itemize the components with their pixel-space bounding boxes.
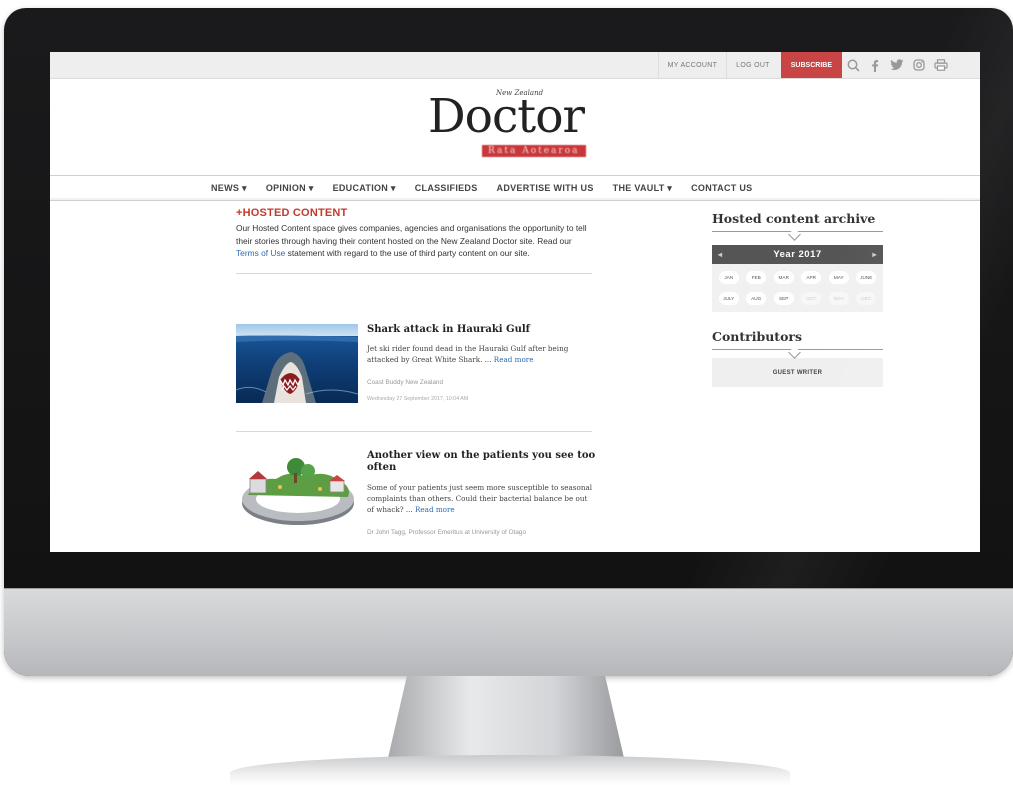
month-button[interactable]: JUNE <box>856 271 877 284</box>
article-summary-text: Some of your patients just seem more sus… <box>367 483 593 514</box>
archive-calendar: ◂ Year 2017 ▸ JAN FEB MAR APR MAY JUNE J… <box>712 245 883 312</box>
month-button[interactable]: MAR <box>773 271 794 284</box>
nav-opinion[interactable]: OPINION ▾ <box>266 183 314 194</box>
prev-year-button[interactable]: ◂ <box>718 250 723 259</box>
instagram-icon[interactable] <box>908 52 930 78</box>
logo-tagline: Rata Aotearoa <box>482 145 586 157</box>
article-thumbnail-shark[interactable] <box>236 324 358 403</box>
monitor-stand <box>388 676 624 758</box>
article-thumbnail-gut[interactable] <box>236 455 358 534</box>
month-button[interactable]: JAN <box>718 271 739 284</box>
article-title[interactable]: Shark attack in Hauraki Gulf <box>367 324 596 336</box>
month-grid: JAN FEB MAR APR MAY JUNE JULY AUG SEP OC… <box>712 264 883 312</box>
article-item[interactable]: Another view on the patients you see too… <box>236 450 596 540</box>
nav-the-vault[interactable]: THE VAULT ▾ <box>613 183 672 194</box>
my-account-link[interactable]: MY ACCOUNT <box>657 52 727 78</box>
month-button[interactable]: AUG <box>746 292 767 305</box>
intro-text: Our Hosted Content space gives companies… <box>236 223 587 246</box>
article-date: Wednesday 27 September 2017, 10:04 AM <box>367 396 469 402</box>
nav-news[interactable]: NEWS ▾ <box>211 183 247 194</box>
twitter-icon[interactable] <box>886 52 908 78</box>
main-navigation: NEWS ▾ OPINION ▾ EDUCATION ▾ CLASSIFIEDS… <box>50 175 980 201</box>
nav-advertise[interactable]: ADVERTISE WITH US <box>497 183 594 193</box>
read-more-link[interactable]: Read more <box>494 355 534 364</box>
section-intro: Our Hosted Content space gives companies… <box>236 222 590 260</box>
nav-classifieds[interactable]: CLASSIFIEDS <box>415 183 478 193</box>
year-label: Year 2017 <box>773 249 822 260</box>
facebook-icon[interactable] <box>864 52 886 78</box>
subscribe-button[interactable]: SUBSCRIBE <box>780 52 842 78</box>
next-year-button[interactable]: ▸ <box>872 250 877 259</box>
sidebar: Hosted content archive ◂ Year 2017 ▸ JAN… <box>712 211 883 387</box>
intro-text-end: statement with regard to the use of thir… <box>285 248 530 259</box>
month-button[interactable]: APR <box>801 271 822 284</box>
log-out-link[interactable]: LOG OUT <box>726 52 779 78</box>
nav-education[interactable]: EDUCATION ▾ <box>333 183 396 194</box>
desktop-monitor: MY ACCOUNT LOG OUT SUBSCRIBE New Zealand <box>4 8 1013 676</box>
archive-heading: Hosted content archive <box>712 211 876 226</box>
heading-rule <box>712 346 883 359</box>
month-button-disabled: NOV <box>828 292 849 305</box>
read-more-link[interactable]: Read more <box>415 505 455 514</box>
month-button[interactable]: MAY <box>828 271 849 284</box>
divider <box>236 431 592 432</box>
guest-writer-button[interactable]: GUEST WRITER <box>712 358 883 387</box>
nav-contact-us[interactable]: CONTACT US <box>691 183 752 193</box>
terms-of-use-link[interactable]: Terms of Use <box>236 248 285 258</box>
section-title: +HOSTED CONTENT <box>236 207 348 219</box>
month-button[interactable]: SEP <box>773 292 794 305</box>
article-summary-text: Jet ski rider found dead in the Hauraki … <box>367 344 569 364</box>
article-title[interactable]: Another view on the patients you see too… <box>367 450 596 474</box>
article-byline: Coast Buddy New Zealand <box>367 379 444 386</box>
month-button[interactable]: FEB <box>746 271 767 284</box>
article-summary: Jet ski rider found dead in the Hauraki … <box>367 343 596 365</box>
month-button-disabled: OCT <box>801 292 822 305</box>
monitor-chin <box>4 588 1013 676</box>
divider <box>236 272 592 274</box>
browser-viewport: MY ACCOUNT LOG OUT SUBSCRIBE New Zealand <box>50 52 980 552</box>
article-summary: Some of your patients just seem more sus… <box>367 482 596 515</box>
contributors-heading: Contributors <box>712 329 803 344</box>
site-logo[interactable]: New Zealand Doctor Rata Aotearoa <box>428 87 598 173</box>
month-button-disabled: DEC <box>856 292 877 305</box>
utility-bar: MY ACCOUNT LOG OUT SUBSCRIBE <box>50 52 980 79</box>
article-item[interactable]: Shark attack in Hauraki Gulf Jet ski rid… <box>236 324 596 414</box>
monitor-stand-base <box>230 755 790 785</box>
year-selector: ◂ Year 2017 ▸ <box>712 245 883 264</box>
month-button[interactable]: JULY <box>718 292 739 305</box>
article-byline: Dr John Tagg, Professor Emeritus at Univ… <box>367 529 527 536</box>
heading-rule <box>712 228 883 241</box>
print-icon[interactable] <box>930 52 952 78</box>
main-column: +HOSTED CONTENT Our Hosted Content space… <box>236 207 596 536</box>
logo-wordmark: Doctor <box>428 89 585 144</box>
search-icon[interactable] <box>842 52 864 78</box>
masthead: New Zealand Doctor Rata Aotearoa <box>50 79 980 175</box>
